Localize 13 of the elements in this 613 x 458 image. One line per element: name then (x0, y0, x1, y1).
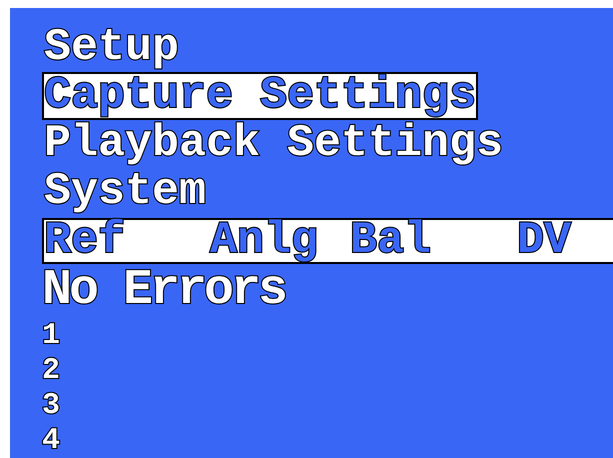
status-message: No Errors (42, 266, 286, 316)
channel-number: 3 (42, 392, 60, 419)
menu-item[interactable]: Playback Settings (42, 120, 506, 168)
menu-item[interactable]: System (42, 168, 208, 216)
menu-item[interactable]: Capture Settings (42, 72, 478, 120)
channel-number: 4 (42, 428, 60, 454)
status-label: Anlg (210, 220, 320, 262)
status-label: Ref (44, 220, 126, 262)
channel-number: 2 (42, 358, 60, 384)
menu-item[interactable]: Setup (42, 24, 182, 72)
status-label: DV (517, 220, 572, 262)
channel-number: 1 (42, 322, 60, 349)
status-label: Bal (350, 220, 432, 262)
